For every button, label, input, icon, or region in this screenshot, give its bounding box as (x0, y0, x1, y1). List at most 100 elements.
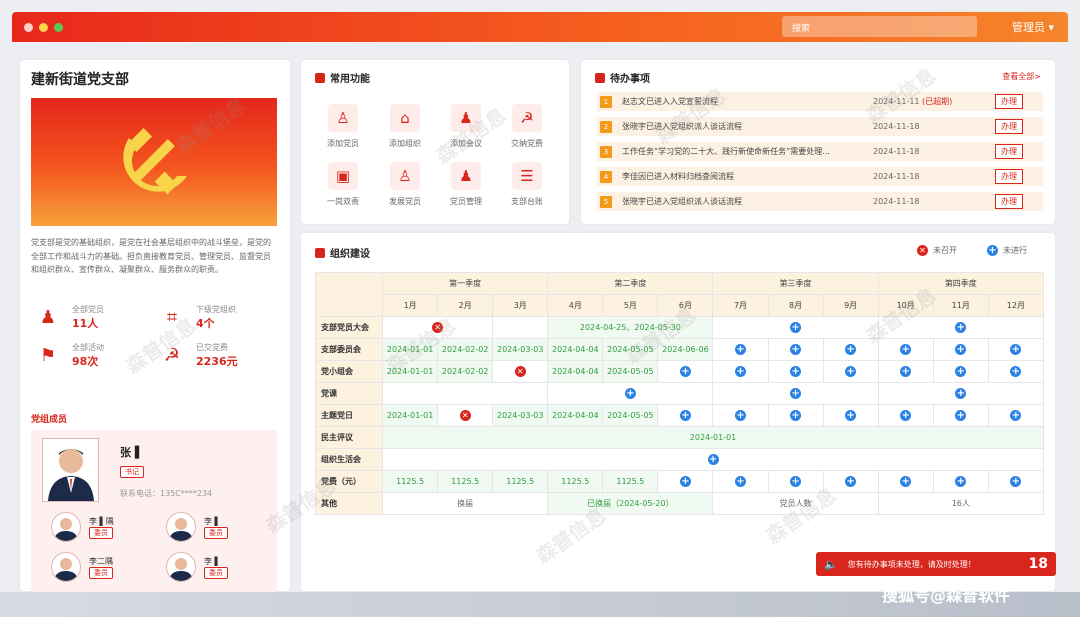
pending-plus-icon[interactable]: + (900, 476, 912, 487)
pending-plus-icon[interactable]: + (955, 366, 967, 377)
cell-value[interactable]: 1125.5 (492, 470, 549, 493)
pending-plus-icon[interactable]: + (790, 322, 802, 333)
cell-date[interactable]: 2024-02-02 (437, 338, 494, 361)
search-input[interactable]: 搜索 (782, 16, 977, 37)
pending-plus-icon[interactable]: + (845, 476, 857, 487)
pending-plus-icon[interactable]: + (679, 366, 691, 377)
pending-plus-icon[interactable]: + (955, 388, 967, 399)
member-item[interactable]: 李 ▌隅 委员 (51, 512, 114, 542)
cell: + (877, 316, 1045, 339)
pending-plus-icon[interactable]: + (734, 366, 746, 377)
cell-value[interactable]: 1125.5 (547, 470, 604, 493)
cell: ✕ (492, 360, 549, 383)
func-develop[interactable]: ♙ 发展党员 (380, 162, 430, 207)
cell-date[interactable]: 2024-01-01 (382, 404, 439, 427)
func-manage[interactable]: ♟ 党员管理 (441, 162, 491, 207)
closed-x-icon[interactable]: ✕ (514, 366, 526, 377)
func-pay-fee[interactable]: ☭ 交纳党费 (502, 104, 552, 149)
view-all-link[interactable]: 查看全部> (1002, 71, 1041, 82)
cell-date[interactable]: 2024-04-25、2024-05-30 (547, 316, 714, 339)
member-item[interactable]: 李 ▌ 委员 (166, 512, 228, 542)
pending-alert-banner[interactable]: 🔈 您有待办事项未处理，请及时处理！ 18 (816, 552, 1056, 576)
func-duty[interactable]: ▣ 一岗双责 (318, 162, 368, 207)
person-photo-icon (169, 558, 193, 581)
todo-item[interactable]: 5 张晓宇已进入党组织派人谈话流程 2024-11-18 办理 (597, 192, 1043, 211)
cell-date[interactable]: 2024-01-01 (382, 338, 439, 361)
handle-button[interactable]: 办理 (995, 119, 1023, 134)
window-minimize-dot[interactable] (39, 22, 48, 32)
cell-date[interactable]: 2024-01-01 (382, 426, 1044, 449)
closed-x-icon[interactable]: ✕ (459, 410, 471, 421)
member-role-tag: 委员 (89, 566, 113, 579)
pending-plus-icon[interactable]: + (734, 344, 746, 355)
cell-date[interactable]: 2024-04-04 (547, 360, 604, 383)
todo-item[interactable]: 3 工作任务“学习党的二十大、践行新使命新任务”需要处理... 2024-11-18… (597, 142, 1043, 161)
month-header: 11月 (932, 294, 989, 317)
pending-plus-icon[interactable]: + (845, 410, 857, 421)
pending-plus-icon[interactable]: + (734, 410, 746, 421)
cell-date[interactable]: 2024-02-02 (437, 360, 494, 383)
pending-plus-icon[interactable]: + (955, 322, 967, 333)
pending-plus-icon[interactable]: + (790, 476, 802, 487)
pending-plus-icon[interactable]: + (707, 454, 719, 465)
pending-plus-icon[interactable]: + (1010, 476, 1022, 487)
pending-plus-icon[interactable]: + (955, 410, 967, 421)
cell-value[interactable]: 1125.5 (437, 470, 494, 493)
cell-date[interactable]: 2024-03-03 (492, 404, 549, 427)
todo-date: 2024-11-18 (873, 147, 920, 156)
handle-button[interactable]: 办理 (995, 194, 1023, 209)
window-close-dot[interactable] (24, 22, 33, 32)
func-label: 发展党员 (389, 197, 421, 206)
pending-plus-icon[interactable]: + (790, 388, 802, 399)
pending-plus-icon[interactable]: + (845, 344, 857, 355)
calendar-icon (595, 72, 605, 83)
handle-button[interactable]: 办理 (995, 169, 1023, 184)
org-title: 组织建设 (315, 245, 370, 260)
func-add-member[interactable]: ♙ 添加党员 (318, 104, 368, 149)
pending-plus-icon[interactable]: + (790, 366, 802, 377)
func-add-meeting[interactable]: ♟ 添加会议 (441, 104, 491, 149)
pending-plus-icon[interactable]: + (679, 410, 691, 421)
cell-date[interactable]: 2024-03-03 (492, 338, 549, 361)
pending-plus-icon[interactable]: + (955, 476, 967, 487)
pending-plus-icon[interactable]: + (1010, 344, 1022, 355)
cell-value[interactable]: 1125.5 (602, 470, 659, 493)
member-item[interactable]: 李 ▌ 委员 (166, 552, 228, 582)
window-maximize-dot[interactable] (54, 22, 63, 32)
month-header: 12月 (987, 294, 1045, 317)
cell: + (822, 360, 879, 383)
pending-plus-icon[interactable]: + (900, 344, 912, 355)
pending-plus-icon[interactable]: + (679, 476, 691, 487)
admin-menu[interactable]: 管理员 ▾ (1012, 19, 1054, 35)
pending-plus-icon[interactable]: + (1010, 366, 1022, 377)
cell: + (987, 404, 1045, 427)
handle-button[interactable]: 办理 (995, 94, 1023, 109)
handle-button[interactable]: 办理 (995, 144, 1023, 159)
closed-x-icon[interactable]: ✕ (432, 322, 444, 333)
leader-avatar[interactable] (42, 438, 99, 502)
pending-plus-icon[interactable]: + (624, 388, 636, 399)
cell-date[interactable]: 2024-06-06 (657, 338, 714, 361)
todo-item[interactable]: 4 李佳因已进入材料归档查阅流程 2024-11-18 办理 (597, 167, 1043, 186)
pending-plus-icon[interactable]: + (734, 476, 746, 487)
cell-date[interactable]: 2024-05-05 (602, 360, 659, 383)
cell-date[interactable]: 2024-04-04 (547, 338, 604, 361)
cell-date[interactable]: 2024-04-04 (547, 404, 604, 427)
func-ledger[interactable]: ☰ 支部台账 (502, 162, 552, 207)
cell-date[interactable]: 2024-05-05 (602, 404, 659, 427)
todo-item[interactable]: 2 张晓宇已进入党组织派人谈话流程 2024-11-18 办理 (597, 117, 1043, 136)
pending-plus-icon[interactable]: + (955, 344, 967, 355)
cell-date[interactable]: 2024-01-01 (382, 360, 439, 383)
stat-label: 下级党组织 (196, 305, 236, 314)
pending-plus-icon[interactable]: + (790, 410, 802, 421)
todo-item[interactable]: 1 赵志文已进入入党宣誓流程 2024-11-11 (已超期) 办理 (597, 92, 1043, 111)
pending-plus-icon[interactable]: + (1010, 410, 1022, 421)
pending-plus-icon[interactable]: + (900, 366, 912, 377)
pending-plus-icon[interactable]: + (790, 344, 802, 355)
member-item[interactable]: 李二隅 委员 (51, 552, 113, 582)
cell-value[interactable]: 1125.5 (382, 470, 439, 493)
pending-plus-icon[interactable]: + (845, 366, 857, 377)
pending-plus-icon[interactable]: + (900, 410, 912, 421)
cell-date[interactable]: 2024-05-05 (602, 338, 659, 361)
func-add-org[interactable]: ⌂ 添加组织 (380, 104, 430, 149)
